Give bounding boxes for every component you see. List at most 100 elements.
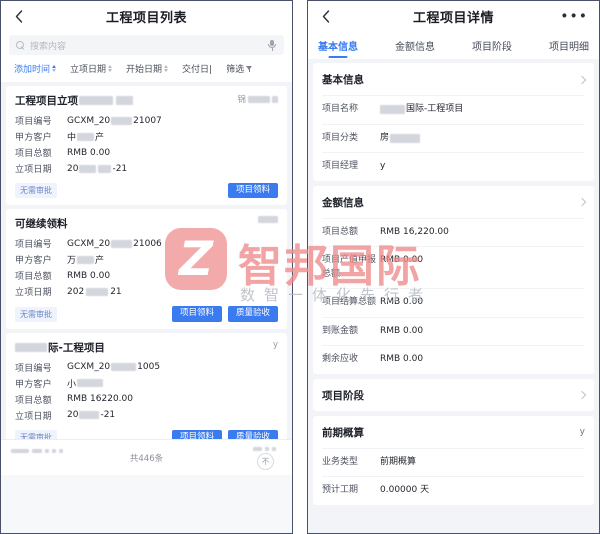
detail-row: 项目名称 国际-工程项目 <box>322 95 585 124</box>
card-fields: 项目编号 GCXM_20 21007 甲方客户 中 产 项目总额 RMB 0.0… <box>15 114 278 176</box>
field-row: 立项日期 202 21 <box>15 286 122 299</box>
field-row: 甲方客户 小 <box>15 377 278 390</box>
field-row: 项目总额 RMB 16220.00 <box>15 394 133 406</box>
filter-tab-approval-date[interactable]: 立项日期 <box>63 61 119 76</box>
funnel-icon <box>246 65 253 72</box>
redacted-text <box>111 363 137 372</box>
filter-tab-filter[interactable]: 筛选 <box>219 61 260 76</box>
page-title: 工程项目详情 <box>412 11 494 26</box>
list-navbar: 工程项目列表 <box>1 1 292 32</box>
filter-tab-delivery-date[interactable]: 交付日| <box>175 61 219 76</box>
redacted-text <box>248 95 270 103</box>
redacted-text <box>79 96 113 105</box>
chevron-right-icon <box>577 390 587 400</box>
search-section: 搜索内容 <box>1 32 292 61</box>
section-preliminary-budget: 前期概算 y 业务类型 前期概算 预计工期 0.00000 天 <box>313 415 594 505</box>
chevron-left-icon[interactable] <box>319 10 333 24</box>
card-actions: 项目领料 <box>227 183 278 199</box>
detail-content[interactable]: 基本信息 项目名称 国际-工程项目 项目分类 房 项目经理 y 金额信息 项目总… <box>308 59 599 533</box>
chevron-right-icon <box>577 75 587 84</box>
project-detail-panel: 工程项目详情 ••• 基本信息 金额信息 项目阶段 项目明细 基本信息 项目名称 <box>307 0 600 534</box>
tab-basic-info[interactable]: 基本信息 <box>318 34 358 59</box>
project-list-panel: 工程项目列表 搜索内容 添加时间 立项日期 开始日期 交付日| 筛选 工程项目立… <box>0 0 293 534</box>
redacted-text <box>77 255 95 264</box>
project-card[interactable]: 际-工程项目 y 项目编号 GCXM_20 1005 甲方客户 小 项目总额 R… <box>6 332 287 439</box>
field-row: 项目编号 GCXM_20 21007 <box>15 115 162 128</box>
redacted-text <box>253 447 276 451</box>
card-actions: 项目领料 质量验收 <box>171 306 278 322</box>
panel-gap <box>293 0 307 534</box>
field-row: 立项日期 20 -21 <box>15 163 128 176</box>
card-footer: 无需审批 项目领料 质量验收 <box>15 306 278 322</box>
sort-arrows-icon <box>108 65 113 72</box>
search-icon <box>16 40 25 50</box>
sort-arrows-icon <box>164 65 169 72</box>
tab-project-stage[interactable]: 项目阶段 <box>472 34 512 59</box>
card-footer: 无需审批 项目领料 质量验收 <box>15 429 278 439</box>
section-header[interactable]: 基本信息 <box>322 63 587 95</box>
section-header[interactable]: 前期概算 y <box>322 416 585 448</box>
card-footer: 无需审批 项目领料 <box>15 183 278 199</box>
detail-navbar: 工程项目详情 ••• <box>308 1 599 32</box>
project-card[interactable]: 可继续领料 项目编号 GCXM_20 21006 甲方客户 万 产 项目总额 R… <box>6 209 287 329</box>
detail-row: 项目经理 y <box>322 152 585 181</box>
redacted-text <box>79 164 97 173</box>
microphone-icon[interactable] <box>267 39 277 51</box>
detail-tabs: 基本信息 金额信息 项目阶段 项目明细 <box>308 32 599 59</box>
filter-tab-start-date[interactable]: 开始日期 <box>119 61 175 76</box>
detail-row: 预计工期 0.00000 天 <box>322 476 585 505</box>
section-project-stage: 项目阶段 <box>313 378 594 411</box>
section-header[interactable]: 金额信息 <box>322 186 587 218</box>
redacted-text <box>380 105 405 115</box>
chevron-left-icon[interactable] <box>12 10 26 24</box>
redacted-text <box>98 164 112 173</box>
more-horizontal-icon[interactable]: ••• <box>560 9 588 23</box>
page-title: 工程项目列表 <box>105 11 187 26</box>
tab-project-detail[interactable]: 项目明细 <box>549 34 589 59</box>
status-badge: 无需审批 <box>15 306 57 322</box>
project-requisition-button[interactable]: 项目领料 <box>171 429 222 439</box>
card-header-right <box>258 216 278 224</box>
project-requisition-button[interactable]: 项目领料 <box>171 306 222 322</box>
card-header: 际-工程项目 y <box>15 340 278 355</box>
field-row: 项目编号 GCXM_20 21006 <box>15 238 162 251</box>
field-row: 项目编号 GCXM_20 1005 <box>15 362 161 374</box>
quality-acceptance-button[interactable]: 质量验收 <box>227 429 278 439</box>
redacted-text <box>111 116 133 125</box>
detail-row: 项目结算总额 RMB 0.00 <box>322 288 585 317</box>
card-title: 可继续领料 <box>15 218 68 231</box>
project-card[interactable]: 工程项目立项 锦 项目编号 GCXM_20 21007 甲方客户 中 产 项目总… <box>6 86 287 206</box>
redacted-text <box>11 449 63 453</box>
search-input[interactable]: 搜索内容 <box>9 35 284 55</box>
filter-tab-add-time[interactable]: 添加时间 <box>7 61 63 76</box>
redacted-text <box>116 96 133 105</box>
project-requisition-button[interactable]: 项目领料 <box>227 183 278 199</box>
section-header[interactable]: 项目阶段 <box>322 379 587 411</box>
back-to-top-icon[interactable]: 不 <box>257 453 274 470</box>
detail-row: 剩余应收 RMB 0.00 <box>322 345 585 374</box>
detail-row: 业务类型 前期概算 <box>322 447 585 477</box>
field-row: 项目总额 RMB 0.00 <box>15 270 111 283</box>
redacted-text <box>390 133 421 143</box>
card-fields: 项目编号 GCXM_20 21006 甲方客户 万 产 项目总额 RMB 0.0… <box>15 237 278 299</box>
status-badge: 无需审批 <box>15 429 57 439</box>
field-row: 甲方客户 万 产 <box>15 255 105 267</box>
screenshot-stage: 工程项目列表 搜索内容 添加时间 立项日期 开始日期 交付日| 筛选 工程项目立… <box>0 0 600 534</box>
tab-amount-info[interactable]: 金额信息 <box>395 34 435 59</box>
card-title: 工程项目立项 <box>15 93 133 108</box>
status-badge: 无需审批 <box>15 183 57 199</box>
redacted-text <box>79 411 100 420</box>
detail-row: 项目产值申报总额 RMB 0.00 <box>322 246 585 288</box>
sort-arrows-icon <box>52 65 57 72</box>
redacted-text <box>77 379 104 388</box>
card-header-right: 锦 <box>237 93 278 105</box>
card-header: 可继续领料 <box>15 216 278 231</box>
total-count: 共446条 <box>129 453 164 464</box>
quality-acceptance-button[interactable]: 质量验收 <box>227 306 278 322</box>
detail-row: 到账金额 RMB 0.00 <box>322 316 585 346</box>
project-card-list[interactable]: 工程项目立项 锦 项目编号 GCXM_20 21007 甲方客户 中 产 项目总… <box>1 82 292 439</box>
redacted-text <box>86 287 109 296</box>
redacted-text <box>111 239 133 248</box>
list-footer: 共446条 不 <box>1 439 292 475</box>
field-row: 项目总额 RMB 0.00 <box>15 147 111 160</box>
